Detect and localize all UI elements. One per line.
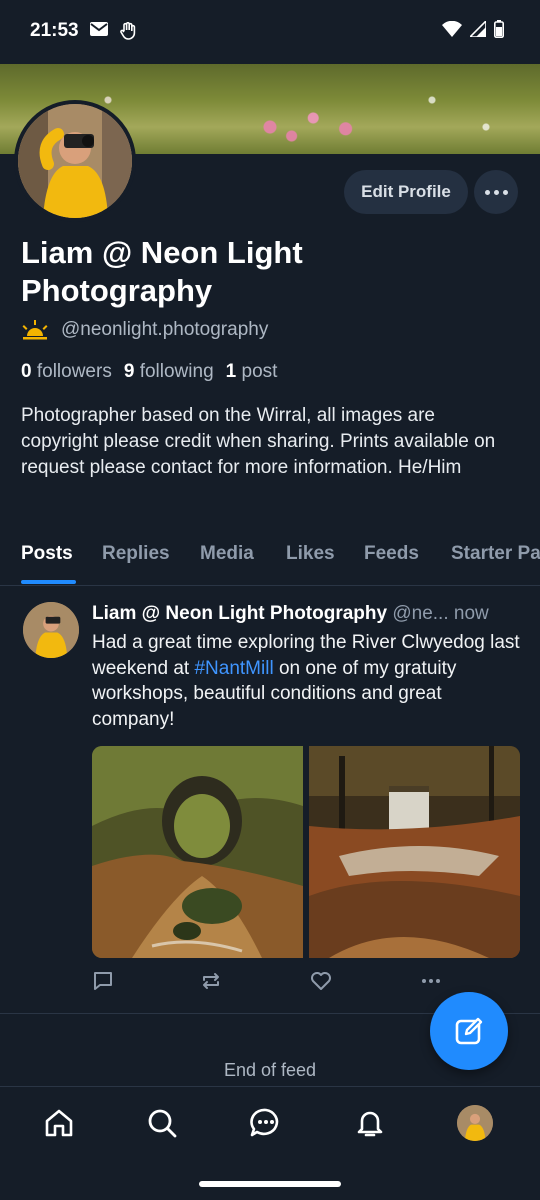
hashtag-link[interactable]: #NantMill — [194, 658, 273, 679]
reply-icon[interactable] — [92, 970, 114, 992]
post-timestamp[interactable]: now — [454, 603, 489, 624]
post-media — [92, 746, 520, 958]
tab-replies[interactable]: Replies — [102, 543, 170, 565]
nav-home[interactable] — [41, 1105, 77, 1141]
tab-media[interactable]: Media — [200, 543, 254, 565]
status-time: 21:53 — [30, 20, 79, 41]
tab-starter-packs[interactable]: Starter Pa — [451, 543, 540, 565]
followers-link[interactable]: 0 followers — [21, 361, 112, 383]
profile-bio: Photographer based on the Wirral, all im… — [21, 405, 496, 478]
profile-stats: 0 followers 9 following 1 post — [21, 361, 277, 383]
nav-search[interactable] — [144, 1105, 180, 1141]
profile-handle: @neonlight.photography — [61, 319, 269, 340]
post-text: Had a great time exploring the River Clw… — [92, 632, 520, 730]
ellipsis-icon — [484, 189, 490, 195]
battery-icon — [494, 20, 504, 38]
like-icon[interactable] — [310, 970, 332, 992]
signal-icon — [470, 21, 486, 37]
bell-icon — [357, 1111, 383, 1137]
edit-profile-button[interactable]: Edit Profile — [344, 170, 468, 214]
wifi-icon — [442, 21, 462, 37]
tab-feeds[interactable]: Feeds — [364, 543, 419, 565]
nav-chat[interactable] — [248, 1105, 284, 1141]
tab-posts[interactable]: Posts — [21, 543, 73, 565]
waterfall-image[interactable] — [309, 746, 520, 958]
post-header: Liam @ Neon Light Photography @ne... now — [92, 603, 532, 625]
more-options-button[interactable] — [474, 170, 518, 214]
compose-icon — [455, 1017, 483, 1045]
compose-post-button[interactable] — [430, 992, 508, 1070]
tab-likes[interactable]: Likes — [286, 543, 335, 565]
search-icon — [148, 1109, 177, 1138]
repost-icon[interactable] — [200, 970, 222, 992]
posts-count: 1 post — [225, 361, 278, 382]
nav-profile[interactable] — [457, 1105, 493, 1141]
profile-display-name: Liam @ Neon Light Photography — [21, 235, 303, 308]
following-link[interactable]: 9 following — [124, 361, 214, 383]
post-more-icon[interactable] — [420, 970, 442, 992]
home-icon — [45, 1109, 73, 1137]
sunrise-emoji-icon — [22, 320, 48, 340]
status-bar: 21:53 — [0, 0, 540, 64]
hand-icon — [120, 22, 136, 40]
profile-avatar[interactable] — [14, 100, 136, 222]
chat-icon — [250, 1108, 279, 1137]
nav-notifications[interactable] — [352, 1105, 388, 1141]
stream-bridge-image[interactable] — [92, 746, 303, 958]
active-tab-indicator — [21, 580, 76, 584]
handle-row: @neonlight.photography — [21, 319, 268, 341]
post-author-name[interactable]: Liam @ Neon Light Photography — [92, 603, 387, 624]
mail-icon — [90, 22, 108, 36]
home-indicator[interactable] — [199, 1181, 341, 1187]
profile-tabs: Posts Replies Media Likes Feeds Starter … — [0, 530, 540, 586]
post-author-avatar[interactable] — [23, 602, 79, 658]
post-actions — [92, 970, 452, 998]
profile-avatar-small — [457, 1105, 493, 1141]
post-author-handle[interactable]: @ne... — [392, 603, 448, 624]
